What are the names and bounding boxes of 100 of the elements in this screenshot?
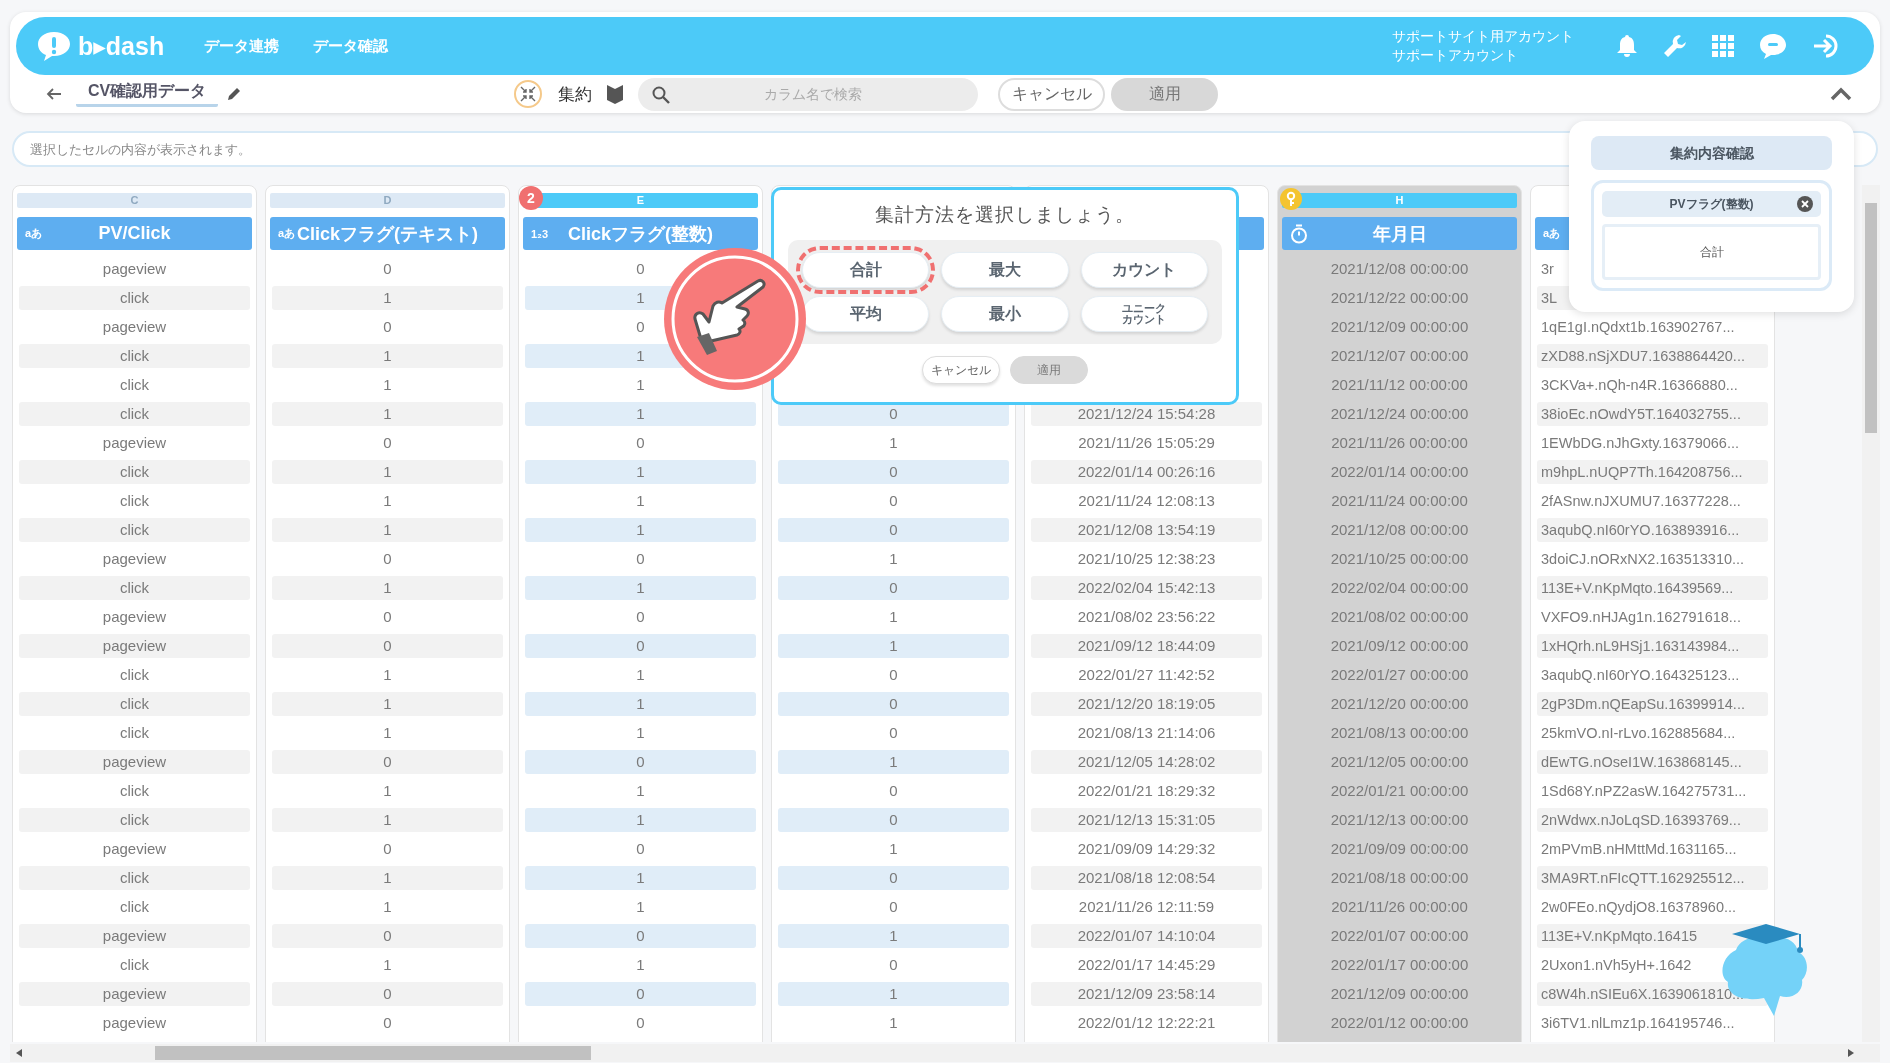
table-cell[interactable]: 2021/08/13 21:14:06 bbox=[1031, 720, 1262, 745]
table-cell[interactable]: 2021/10/25 12:38:23 bbox=[1031, 546, 1262, 571]
table-cell[interactable]: pageview bbox=[19, 749, 250, 774]
column-letter[interactable]: D bbox=[270, 193, 505, 208]
scroll-left-icon[interactable] bbox=[16, 1049, 22, 1057]
bell-icon[interactable] bbox=[1616, 34, 1638, 58]
table-cell[interactable]: 2021/08/18 12:08:54 bbox=[1031, 865, 1262, 890]
table-cell[interactable]: 2021/09/12 00:00:00 bbox=[1284, 633, 1515, 658]
table-cell[interactable]: 3aqubQ.nI60rYO.164325123... bbox=[1537, 662, 1768, 687]
table-cell[interactable]: 0 bbox=[272, 836, 503, 861]
table-cell[interactable]: 1 bbox=[272, 720, 503, 745]
table-cell[interactable]: 2021/08/02 00:00:00 bbox=[1284, 604, 1515, 629]
table-cell[interactable]: 2022/01/21 00:00:00 bbox=[1284, 778, 1515, 803]
table-cell[interactable]: 2022/02/04 15:42:13 bbox=[1031, 575, 1262, 600]
table-cell[interactable]: 0 bbox=[272, 633, 503, 658]
table-cell[interactable]: 1 bbox=[272, 401, 503, 426]
table-cell[interactable]: click bbox=[19, 575, 250, 600]
table-cell[interactable]: 0 bbox=[272, 256, 503, 281]
column-header[interactable]: 年月日 bbox=[1282, 217, 1517, 250]
table-cell[interactable]: 2nWdwx.nJoLqSD.16393769... bbox=[1537, 807, 1768, 832]
table-cell[interactable]: 2021/09/09 00:00:00 bbox=[1284, 836, 1515, 861]
table-cell[interactable]: 2021/12/09 00:00:00 bbox=[1284, 314, 1515, 339]
table-cell[interactable]: 2021/08/18 00:00:00 bbox=[1284, 865, 1515, 890]
table-cell[interactable]: 2021/10/25 00:00:00 bbox=[1284, 546, 1515, 571]
table-cell[interactable]: click bbox=[19, 517, 250, 542]
table-cell[interactable]: 1 bbox=[272, 778, 503, 803]
table-cell[interactable]: 0 bbox=[272, 923, 503, 948]
table-cell[interactable]: 1 bbox=[525, 894, 756, 919]
column-letter[interactable]: C bbox=[17, 193, 252, 208]
table-cell[interactable]: 0 bbox=[272, 749, 503, 774]
table-cell[interactable]: 0 bbox=[778, 807, 1009, 832]
table-cell[interactable]: 2021/12/13 00:00:00 bbox=[1284, 807, 1515, 832]
table-cell[interactable]: 0 bbox=[525, 923, 756, 948]
table-cell[interactable]: 2021/12/09 00:00:00 bbox=[1284, 981, 1515, 1006]
table-cell[interactable]: 1 bbox=[525, 865, 756, 890]
table-cell[interactable]: click bbox=[19, 691, 250, 716]
table-cell[interactable]: click bbox=[19, 778, 250, 803]
table-cell[interactable]: 2gP3Dm.nQEapSu.16399914... bbox=[1537, 691, 1768, 716]
table-cell[interactable]: 2021/12/24 00:00:00 bbox=[1284, 401, 1515, 426]
table-cell[interactable]: 1 bbox=[525, 517, 756, 542]
table-cell[interactable]: 1 bbox=[272, 894, 503, 919]
table-cell[interactable]: 1 bbox=[272, 517, 503, 542]
table-cell[interactable]: 0 bbox=[272, 430, 503, 455]
table-cell[interactable]: 1Sd68Y.nPZ2asW.164275731... bbox=[1537, 778, 1768, 803]
table-cell[interactable]: 2021/11/26 15:05:29 bbox=[1031, 430, 1262, 455]
table-cell[interactable]: 2021/12/09 23:58:14 bbox=[1031, 981, 1262, 1006]
table-cell[interactable]: 0 bbox=[778, 720, 1009, 745]
table-cell[interactable]: 0 bbox=[525, 430, 756, 455]
table-cell[interactable]: 2021/11/24 12:08:13 bbox=[1031, 488, 1262, 513]
table-cell[interactable]: 3i6TV1.nlLmz1p.164195746... bbox=[1537, 1010, 1768, 1035]
table-cell[interactable]: click bbox=[19, 807, 250, 832]
table-cell[interactable]: 0 bbox=[272, 604, 503, 629]
table-cell[interactable]: 1 bbox=[525, 662, 756, 687]
table-cell[interactable]: 2021/12/08 13:54:19 bbox=[1031, 517, 1262, 542]
table-cell[interactable]: 2021/12/22 00:00:00 bbox=[1284, 285, 1515, 310]
table-cell[interactable]: 1 bbox=[272, 459, 503, 484]
table-cell[interactable]: dEwTG.nOseI1W.163868145... bbox=[1537, 749, 1768, 774]
column-header[interactable]: aあ PV/Click bbox=[17, 217, 252, 250]
table-cell[interactable]: click bbox=[19, 401, 250, 426]
table-cell[interactable]: 1 bbox=[525, 952, 756, 977]
table-cell[interactable]: 0 bbox=[525, 633, 756, 658]
table-cell[interactable]: 0 bbox=[272, 1010, 503, 1035]
table-cell[interactable]: 0 bbox=[525, 1010, 756, 1035]
column-chip[interactable]: PVフラグ(整数) bbox=[1602, 191, 1821, 217]
table-cell[interactable]: 0 bbox=[525, 749, 756, 774]
table-cell[interactable]: 0 bbox=[778, 894, 1009, 919]
table-cell[interactable]: 2021/08/02 23:56:22 bbox=[1031, 604, 1262, 629]
table-cell[interactable]: 2mPVmB.nHMttMd.1631165... bbox=[1537, 836, 1768, 861]
table-cell[interactable]: 0 bbox=[272, 546, 503, 571]
table-cell[interactable]: pageview bbox=[19, 981, 250, 1006]
table-cell[interactable]: 2022/01/07 00:00:00 bbox=[1284, 923, 1515, 948]
column-card[interactable]: 2 E 1₂3 Clickフラグ(整数) 0 1 0 1 1 1 0 1 1 1 0 1 0 0 1 1 1 0 1 1 0 1 1 0 1 0 0 bbox=[518, 185, 763, 1042]
table-cell[interactable]: 2021/09/12 18:44:09 bbox=[1031, 633, 1262, 658]
table-cell[interactable]: 2022/01/21 18:29:32 bbox=[1031, 778, 1262, 803]
table-cell[interactable]: 3aqubQ.nI60rYO.163893916... bbox=[1537, 517, 1768, 542]
table-cell[interactable]: 2022/01/14 00:00:00 bbox=[1284, 459, 1515, 484]
table-cell[interactable]: 1 bbox=[525, 401, 756, 426]
table-cell[interactable]: 1 bbox=[778, 981, 1009, 1006]
table-cell[interactable]: click bbox=[19, 865, 250, 890]
chat-icon[interactable] bbox=[1758, 32, 1788, 60]
shield-icon[interactable] bbox=[606, 83, 625, 105]
table-cell[interactable]: 2021/12/05 00:00:00 bbox=[1284, 749, 1515, 774]
table-cell[interactable]: zXD88.nSjXDU7.1638864420... bbox=[1537, 343, 1768, 368]
table-cell[interactable]: 1 bbox=[778, 923, 1009, 948]
table-cell[interactable]: 2021/12/20 00:00:00 bbox=[1284, 691, 1515, 716]
aggregation-option[interactable]: ユニークカウント bbox=[1080, 296, 1208, 332]
table-cell[interactable]: 1 bbox=[778, 836, 1009, 861]
table-cell[interactable]: 1 bbox=[272, 807, 503, 832]
collapse-icon[interactable] bbox=[514, 80, 543, 108]
table-cell[interactable]: 1 bbox=[778, 430, 1009, 455]
table-cell[interactable]: 2022/01/27 00:00:00 bbox=[1284, 662, 1515, 687]
table-cell[interactable]: 0 bbox=[525, 604, 756, 629]
table-cell[interactable]: 2021/11/24 00:00:00 bbox=[1284, 488, 1515, 513]
table-cell[interactable]: 0 bbox=[778, 952, 1009, 977]
table-cell[interactable]: 1 bbox=[525, 488, 756, 513]
cancel-button[interactable]: キャンセル bbox=[998, 77, 1106, 111]
table-cell[interactable]: 2021/12/20 18:19:05 bbox=[1031, 691, 1262, 716]
table-cell[interactable]: 1 bbox=[778, 633, 1009, 658]
table-cell[interactable]: click bbox=[19, 372, 250, 397]
column-card[interactable] bbox=[1277, 185, 1522, 1042]
